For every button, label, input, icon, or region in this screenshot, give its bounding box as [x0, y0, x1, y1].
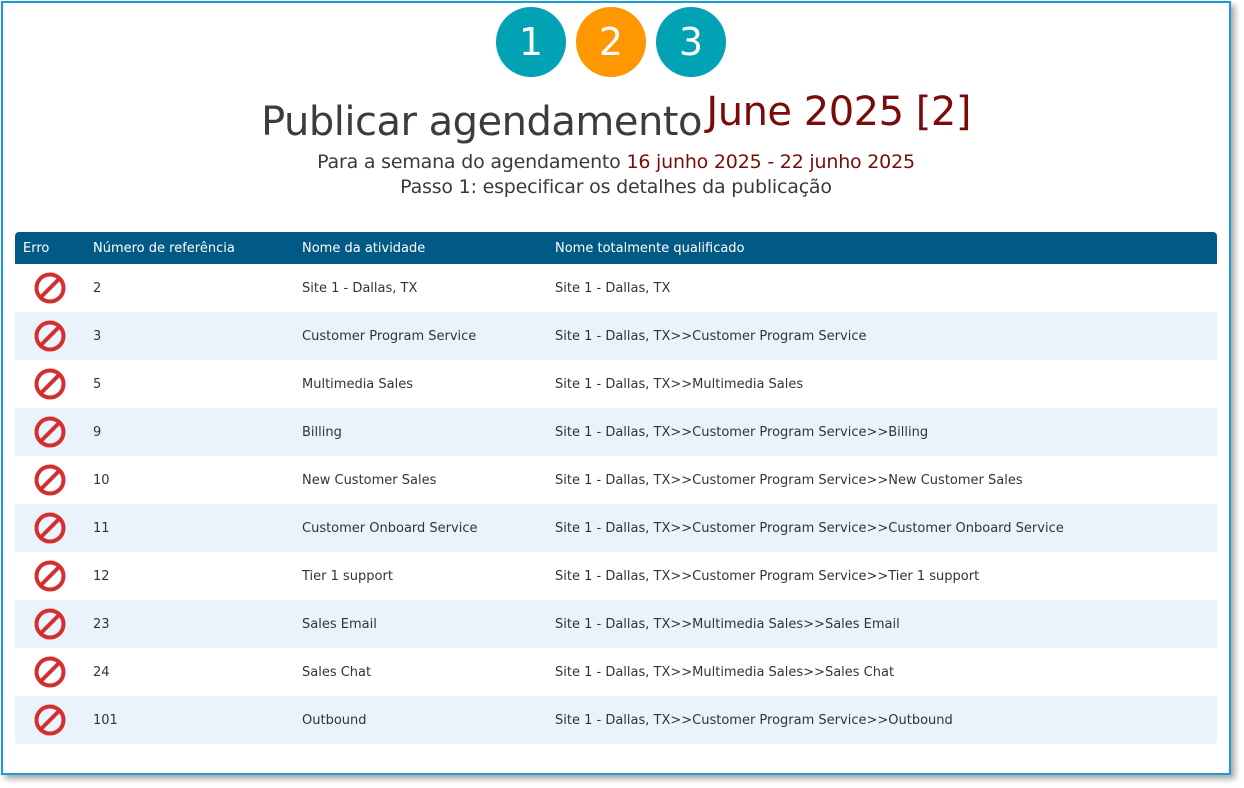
activity-name-cell: Billing	[302, 424, 342, 440]
reference-number-cell: 3	[93, 328, 102, 344]
activity-name-cell: Outbound	[302, 712, 367, 728]
error-prohibited-icon	[23, 511, 93, 545]
table-body: 2 Site 1 - Dallas, TX Site 1 - Dallas, TX 3…	[15, 264, 1217, 744]
column-header-error[interactable]: Erro	[15, 241, 93, 256]
activity-name-cell: Sales Chat	[302, 664, 372, 680]
fully-qualified-name-cell: Site 1 - Dallas, TX>>Multimedia Sales>>S…	[555, 616, 900, 632]
wizard-step-2[interactable]: 2	[576, 7, 646, 77]
reference-number-cell: 11	[93, 520, 110, 536]
error-cell	[15, 655, 93, 689]
fully-qualified-name-cell: Site 1 - Dallas, TX	[555, 280, 671, 296]
column-header-fully-qualified-name[interactable]: Nome totalmente qualificado	[555, 241, 1217, 256]
fully-qualified-name-cell: Site 1 - Dallas, TX>>Customer Program Se…	[555, 520, 1064, 536]
table-row[interactable]: 24 Sales Chat Site 1 - Dallas, TX>>Multime…	[15, 648, 1217, 696]
schedule-week: Para a semana do agendamento 16 junho 20…	[3, 151, 1229, 173]
table-row[interactable]: 11 Customer Onboard Service Site 1 - Dalla…	[15, 504, 1217, 552]
reference-number-cell: 5	[93, 376, 102, 392]
error-cell	[15, 271, 93, 305]
column-header-activity-name[interactable]: Nome da atividade	[302, 241, 555, 256]
error-prohibited-icon	[23, 463, 93, 497]
reference-number-cell: 24	[93, 664, 110, 680]
error-cell	[15, 511, 93, 545]
page-title-text: Publicar agendamento	[261, 99, 702, 145]
table-header: Erro Número de referência Nome da ativid…	[15, 232, 1217, 264]
table-row[interactable]: 23 Sales Email Site 1 - Dallas, TX>>Multim…	[15, 600, 1217, 648]
activity-name-cell: Site 1 - Dallas, TX	[302, 280, 418, 296]
error-prohibited-icon	[23, 367, 93, 401]
reference-number-cell: 9	[93, 424, 102, 440]
table-row[interactable]: 101 Outbound Site 1 - Dallas, TX>>Customer…	[15, 696, 1217, 744]
error-prohibited-icon	[23, 415, 93, 449]
table-row[interactable]: 5 Multimedia Sales Site 1 - Dallas, TX>>Mu…	[15, 360, 1217, 408]
fully-qualified-name-cell: Site 1 - Dallas, TX>>Multimedia Sales>>S…	[555, 664, 895, 680]
fully-qualified-name-cell: Site 1 - Dallas, TX>>Customer Program Se…	[555, 328, 867, 344]
publish-schedule-window: 1 2 3 Publicar agendamento June 2025 [2]…	[1, 1, 1231, 775]
table-row[interactable]: 12 Tier 1 support Site 1 - Dallas, TX>>Cus…	[15, 552, 1217, 600]
schedule-week-prefix: Para a semana do agendamento	[317, 151, 621, 173]
error-cell	[15, 703, 93, 737]
activity-name-cell: Tier 1 support	[302, 568, 393, 584]
fully-qualified-name-cell: Site 1 - Dallas, TX>>Customer Program Se…	[555, 712, 953, 728]
activity-name-cell: Customer Program Service	[302, 328, 477, 344]
reference-number-cell: 12	[93, 568, 110, 584]
error-cell	[15, 319, 93, 353]
error-prohibited-icon	[23, 655, 93, 689]
error-prohibited-icon	[23, 607, 93, 641]
error-cell	[15, 463, 93, 497]
error-prohibited-icon	[23, 703, 93, 737]
errors-table: Erro Número de referência Nome da ativid…	[15, 232, 1217, 744]
error-cell	[15, 559, 93, 593]
step-description: Passo 1: especificar os detalhes da publ…	[400, 176, 832, 198]
wizard-steps: 1 2 3	[0, 7, 1224, 77]
error-prohibited-icon	[23, 271, 93, 305]
page-title: Publicar agendamento June 2025 [2]	[3, 89, 1229, 145]
reference-number-cell: 2	[93, 280, 102, 296]
fully-qualified-name-cell: Site 1 - Dallas, TX>>Multimedia Sales	[555, 376, 804, 392]
fully-qualified-name-cell: Site 1 - Dallas, TX>>Customer Program Se…	[555, 568, 980, 584]
error-cell	[15, 367, 93, 401]
activity-name-cell: Sales Email	[302, 616, 377, 632]
wizard-step-3[interactable]: 3	[656, 7, 726, 77]
reference-number-cell: 23	[93, 616, 110, 632]
table-row[interactable]: 3 Customer Program Service Site 1 - Dallas…	[15, 312, 1217, 360]
fully-qualified-name-cell: Site 1 - Dallas, TX>>Customer Program Se…	[555, 424, 929, 440]
fully-qualified-name-cell: Site 1 - Dallas, TX>>Customer Program Se…	[555, 472, 1023, 488]
activity-name-cell: Customer Onboard Service	[302, 520, 478, 536]
table-row[interactable]: 9 Billing Site 1 - Dallas, TX>>Customer Pr…	[15, 408, 1217, 456]
column-header-reference-number[interactable]: Número de referência	[93, 241, 302, 256]
table-row[interactable]: 2 Site 1 - Dallas, TX Site 1 - Dallas, TX	[15, 264, 1217, 312]
wizard-step-1[interactable]: 1	[496, 7, 566, 77]
error-prohibited-icon	[23, 559, 93, 593]
schedule-week-range: 16 junho 2025 - 22 junho 2025	[626, 151, 915, 173]
reference-number-cell: 101	[93, 712, 118, 728]
schedule-name: June 2025 [2]	[706, 89, 971, 135]
reference-number-cell: 10	[93, 472, 110, 488]
activity-name-cell: Multimedia Sales	[302, 376, 414, 392]
activity-name-cell: New Customer Sales	[302, 472, 437, 488]
error-cell	[15, 415, 93, 449]
table-row[interactable]: 10 New Customer Sales Site 1 - Dallas, TX>…	[15, 456, 1217, 504]
error-cell	[15, 607, 93, 641]
page-header: Publicar agendamento June 2025 [2] Para …	[3, 89, 1229, 198]
error-prohibited-icon	[23, 319, 93, 353]
